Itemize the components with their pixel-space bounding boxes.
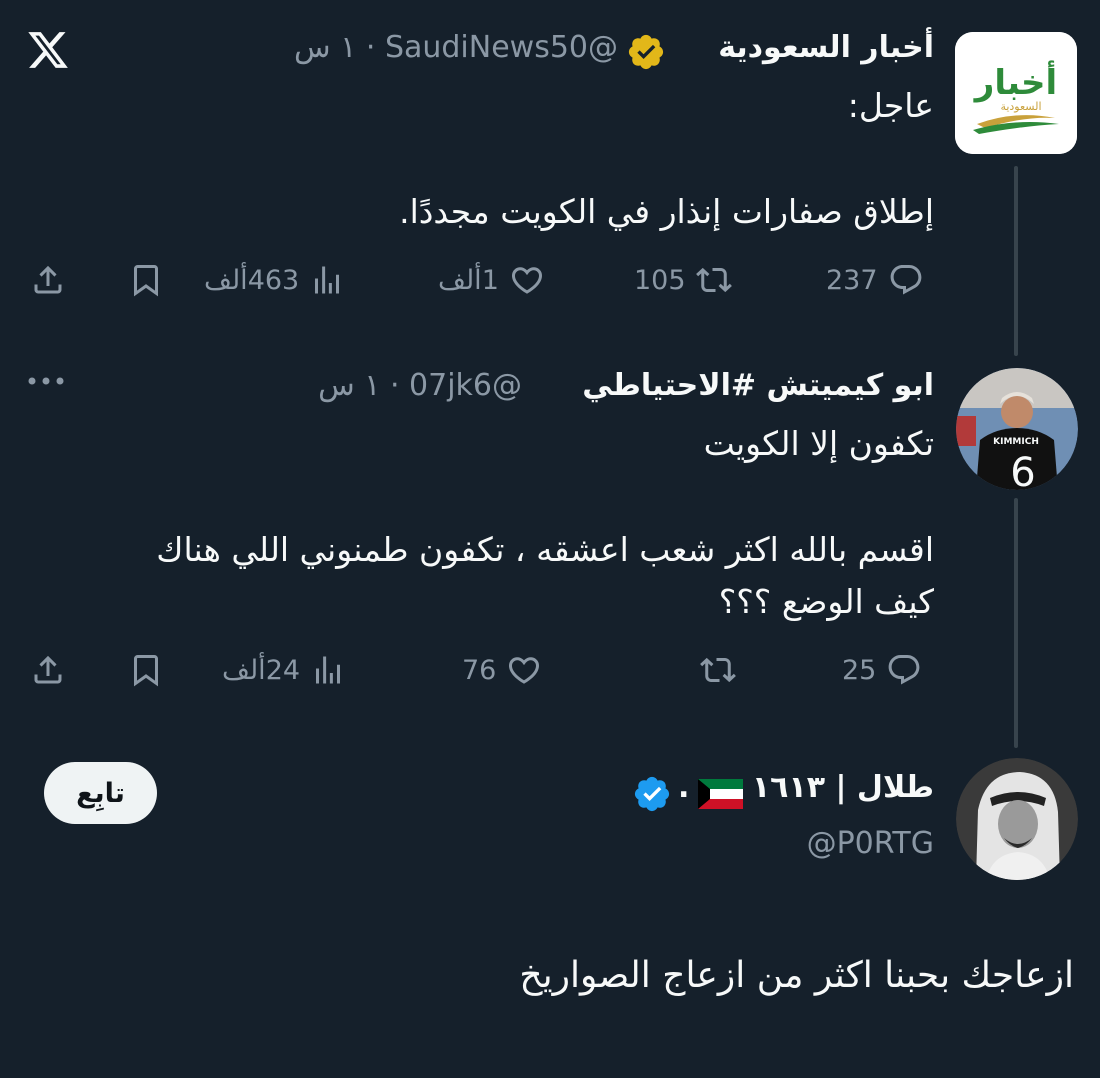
verified-blue-badge-icon bbox=[634, 776, 670, 812]
reply-button[interactable]: 25 bbox=[842, 652, 922, 688]
tweet3-display-name[interactable]: طلال | ١٦١٣ bbox=[752, 770, 934, 805]
avatar-07jk6[interactable]: KIMMICH 6 bbox=[956, 368, 1078, 490]
avatar-saudi-news[interactable]: أخبار السعودية bbox=[955, 32, 1077, 154]
reply-icon bbox=[890, 265, 921, 295]
retweet-icon bbox=[695, 267, 732, 293]
share-icon bbox=[34, 265, 62, 294]
avatar-logo-subtext: السعودية bbox=[1000, 100, 1041, 113]
views-count[interactable]: 24ألف bbox=[222, 652, 346, 688]
share-button[interactable] bbox=[30, 262, 66, 298]
tweet2-display-name[interactable]: ابو كيميتش #الاحتياطي bbox=[582, 368, 934, 403]
thread-line bbox=[1014, 498, 1018, 748]
tweet2-handle-time[interactable]: @07jk6 · ١ س bbox=[318, 368, 522, 403]
x-logo-icon[interactable] bbox=[26, 28, 70, 72]
like-count: 1ألف bbox=[438, 264, 499, 296]
avatar-jersey-number: 6 bbox=[1010, 450, 1035, 490]
tweet2-text-line-3: كيف الوضع ؟؟؟ bbox=[718, 582, 934, 621]
bookmark-button[interactable] bbox=[128, 262, 164, 298]
retweet-count: 105 bbox=[634, 264, 686, 296]
heart-icon bbox=[509, 657, 540, 684]
views-count-label: 463ألف bbox=[204, 264, 300, 296]
like-button[interactable]: 1ألف bbox=[438, 262, 545, 298]
retweet-button[interactable] bbox=[700, 652, 736, 688]
profile-photo-image bbox=[956, 758, 1078, 880]
like-button[interactable]: 76 bbox=[462, 652, 542, 688]
tweet1-text-line-1: عاجل: bbox=[847, 86, 934, 125]
tweet1-handle-time[interactable]: @SaudiNews50 · ١ س bbox=[294, 30, 618, 65]
follow-button[interactable]: تابِع bbox=[44, 762, 157, 824]
more-options-icon[interactable] bbox=[22, 366, 70, 396]
bookmark-icon bbox=[134, 655, 158, 687]
tweet3-text: ازعاجك بحبنا اكثر من ازعاج الصواريخ bbox=[519, 955, 1074, 996]
views-icon bbox=[315, 266, 340, 294]
retweet-button[interactable]: 105 bbox=[634, 262, 732, 298]
saudi-news-logo-image: أخبار السعودية bbox=[955, 32, 1077, 154]
share-button[interactable] bbox=[30, 652, 66, 688]
thread-line bbox=[1014, 166, 1018, 356]
tweet1-display-name[interactable]: أخبار السعودية bbox=[718, 30, 934, 65]
tweet1-text-line-2: إطلاق صفارات إنذار في الكويت مجددًا. bbox=[399, 192, 934, 231]
bookmark-icon bbox=[134, 265, 158, 297]
tweet3-name-suffix: . bbox=[678, 770, 690, 805]
verified-gold-badge-icon bbox=[628, 34, 664, 70]
views-count-label: 24ألف bbox=[222, 654, 301, 686]
reply-count: 237 bbox=[826, 264, 878, 296]
tweet2-text-line-1: تكفون إلا الكويت bbox=[703, 424, 934, 463]
bookmark-button[interactable] bbox=[128, 652, 164, 688]
heart-icon bbox=[511, 267, 542, 294]
tweet3-handle[interactable]: @P0RTG bbox=[807, 826, 934, 861]
share-icon bbox=[34, 655, 62, 684]
retweet-icon bbox=[700, 657, 736, 683]
views-count[interactable]: 463ألف bbox=[204, 262, 345, 298]
tweet2-text-line-2: اقسم بالله اكثر شعب اعشقه ، تكفون طمنوني… bbox=[156, 530, 934, 569]
avatar-jersey-name: KIMMICH bbox=[993, 437, 1039, 447]
kimmich-jersey-avatar-image: KIMMICH 6 bbox=[956, 368, 1078, 490]
kuwait-flag-icon bbox=[698, 779, 743, 809]
avatar-p0rtg[interactable] bbox=[956, 758, 1078, 880]
reply-icon bbox=[888, 655, 920, 685]
like-count: 76 bbox=[462, 654, 497, 686]
avatar-logo-text: أخبار bbox=[973, 60, 1057, 103]
views-icon bbox=[316, 656, 341, 684]
reply-button[interactable]: 237 bbox=[826, 262, 924, 298]
reply-count: 25 bbox=[842, 654, 877, 686]
